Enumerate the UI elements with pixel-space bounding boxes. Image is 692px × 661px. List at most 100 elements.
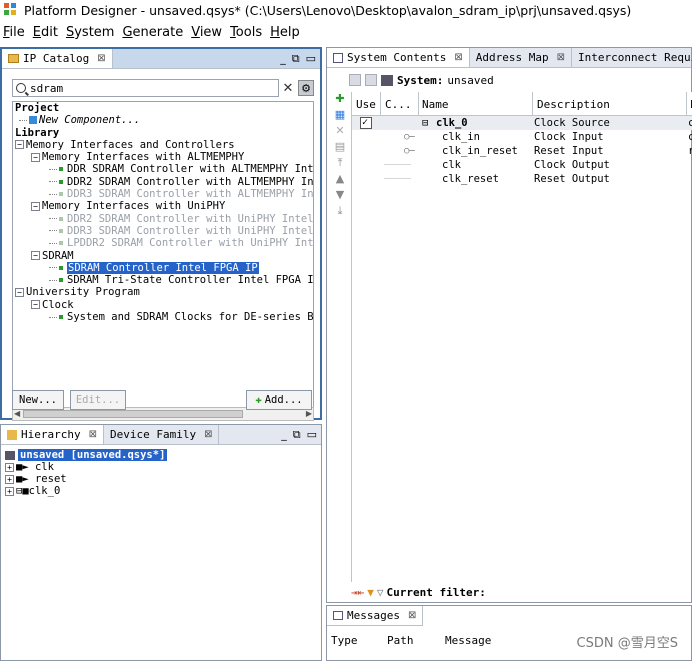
- tree-mem-interfaces[interactable]: − Memory Interfaces and Controllers: [15, 139, 313, 151]
- close-icon[interactable]: ⊠: [408, 610, 416, 621]
- tree-item-ddr3-uniphy[interactable]: DDR3 SDRAM Controller with UniPHY Intel: [15, 225, 313, 237]
- tree-item-ddr-altmemphy[interactable]: DDR SDRAM Controller with ALTMEMPHY Int: [15, 163, 313, 175]
- scroll-right-icon[interactable]: ▶: [306, 409, 312, 418]
- menu-help[interactable]: Help: [269, 25, 301, 40]
- collapse-icon[interactable]: −: [31, 251, 40, 261]
- move-bottom-icon[interactable]: ⤓: [338, 205, 343, 216]
- tab-hierarchy[interactable]: Hierarchy ⊠: [1, 425, 104, 444]
- tree-item-lpddr2-uniphy[interactable]: LPDDR2 SDRAM Controller with UniPHY Int: [15, 237, 313, 249]
- catalog-search-box[interactable]: [12, 79, 279, 97]
- tree-item-ddr2-altmemphy[interactable]: DDR2 SDRAM Controller with ALTMEMPHY In: [15, 176, 313, 188]
- float-icon[interactable]: ⧉: [293, 428, 301, 442]
- collapse-icon[interactable]: −: [15, 140, 24, 150]
- close-icon[interactable]: ⊠: [97, 53, 105, 64]
- table-row[interactable]: ————— clk_reset Reset Output: [352, 172, 692, 186]
- hierarchy-item-clk0[interactable]: + ⊟■clk_0: [5, 485, 167, 497]
- edit-button[interactable]: Edit...: [70, 390, 126, 410]
- scroll-left-icon[interactable]: ◀: [14, 409, 20, 418]
- close-icon[interactable]: ⊠: [557, 52, 565, 63]
- menu-view[interactable]: View: [190, 25, 223, 40]
- hierarchy-root[interactable]: unsaved [unsaved.qsys*]: [5, 449, 168, 461]
- top-level-icon[interactable]: [365, 74, 377, 86]
- tree-uniphy-group[interactable]: − Memory Interfaces with UniPHY: [15, 200, 313, 212]
- col-path[interactable]: Path: [387, 634, 445, 647]
- menu-generate[interactable]: Generate: [121, 25, 184, 40]
- gear-icon[interactable]: ⚙: [298, 80, 314, 96]
- expand-icon[interactable]: +: [5, 486, 14, 496]
- move-down-icon[interactable]: ▼: [336, 189, 344, 200]
- col-use[interactable]: Use: [356, 98, 376, 111]
- col-description[interactable]: Description: [537, 98, 610, 111]
- tree-project[interactable]: Project: [15, 102, 313, 114]
- menu-tools[interactable]: Tools: [229, 25, 263, 40]
- close-icon[interactable]: ⊠: [454, 52, 462, 63]
- table-row[interactable]: ————— clk Clock Output: [352, 158, 692, 172]
- collapse-icon[interactable]: −: [31, 300, 40, 310]
- add-component-icon[interactable]: ▦: [335, 109, 345, 120]
- catalog-search-row: ✕ ⚙: [12, 79, 314, 97]
- move-top-icon[interactable]: ⤒: [338, 157, 343, 168]
- menu-edit[interactable]: Edit: [32, 25, 59, 40]
- expand-icon[interactable]: +: [5, 462, 14, 472]
- minimize-icon[interactable]: _: [281, 428, 287, 442]
- window-titlebar: Platform Designer - unsaved.qsys* (C:\Us…: [0, 0, 692, 20]
- hierarchy-icon: [7, 429, 17, 440]
- col-type[interactable]: Type: [331, 634, 387, 647]
- collapse-icon[interactable]: −: [31, 152, 40, 162]
- collapse-icon[interactable]: −: [15, 287, 24, 297]
- tab-system-contents[interactable]: System Contents ⊠: [327, 48, 470, 67]
- minimize-icon[interactable]: _: [280, 52, 286, 66]
- maximize-icon[interactable]: ▭: [306, 52, 316, 66]
- system-contents-tabbar: System Contents ⊠ Address Map ⊠ Intercon…: [327, 48, 692, 68]
- ip-dot-icon: [59, 241, 63, 246]
- filter-clock-icon[interactable]: ⇥⇤: [351, 586, 364, 599]
- add-icon[interactable]: ✚: [335, 93, 344, 104]
- tree-library[interactable]: Library: [15, 127, 313, 139]
- table-row[interactable]: ⊟ clk_0 Clock Source c: [352, 116, 692, 130]
- collapse-icon[interactable]: ⊟: [422, 116, 428, 130]
- tree-item-ddr2-uniphy[interactable]: DDR2 SDRAM Controller with UniPHY Intel: [15, 213, 313, 225]
- tree-item-ddr3-altmemphy[interactable]: DDR3 SDRAM Controller with ALTMEMPHY In: [15, 188, 313, 200]
- scroll-thumb[interactable]: [23, 410, 243, 418]
- tab-interconnect[interactable]: Interconnect Requir: [572, 48, 692, 67]
- maximize-icon[interactable]: ▭: [307, 428, 317, 442]
- menu-system[interactable]: System: [65, 25, 116, 40]
- tab-address-map[interactable]: Address Map ⊠: [470, 48, 572, 67]
- tab-ip-catalog[interactable]: IP Catalog ⊠: [2, 49, 113, 68]
- tree-item-sdram-controller[interactable]: SDRAM Controller Intel FPGA IP: [15, 261, 313, 274]
- edit-component-icon[interactable]: ▤: [335, 141, 345, 152]
- filter-funnel-icon[interactable]: ▼: [367, 586, 374, 599]
- tree-altmemphy-group[interactable]: − Memory Interfaces with ALTMEMPHY: [15, 151, 313, 163]
- hierarchy-item-clk[interactable]: + ■► clk: [5, 461, 167, 473]
- menu-file[interactable]: File: [2, 25, 26, 40]
- catalog-search-input[interactable]: [30, 81, 250, 95]
- col-connections[interactable]: C...: [385, 98, 412, 111]
- add-button[interactable]: ✚ Add...: [246, 390, 312, 410]
- table-row[interactable]: ○— clk_in_reset Reset Input r: [352, 144, 692, 158]
- tree-item-sdram-tristate[interactable]: SDRAM Tri-State Controller Intel FPGA I: [15, 274, 313, 286]
- tree-new-component[interactable]: New Component...: [15, 114, 313, 126]
- tree-item-clocks-de[interactable]: System and SDRAM Clocks for DE-series B: [15, 311, 313, 323]
- col-message[interactable]: Message: [445, 634, 491, 647]
- tree-university[interactable]: − University Program: [15, 286, 313, 298]
- close-icon[interactable]: ⊠: [89, 429, 97, 440]
- collapse-icon[interactable]: −: [31, 201, 40, 211]
- new-button[interactable]: New...: [12, 390, 64, 410]
- tab-messages[interactable]: Messages ⊠: [327, 606, 424, 625]
- tab-device-family[interactable]: Device Family ⊠: [104, 425, 220, 444]
- remove-icon[interactable]: ✕: [335, 125, 344, 136]
- up-level-icon[interactable]: [349, 74, 361, 86]
- move-up-icon[interactable]: ▲: [336, 173, 344, 184]
- tree-clock[interactable]: − Clock: [15, 299, 313, 311]
- component-icon: [29, 116, 37, 125]
- close-icon[interactable]: ⊠: [204, 429, 212, 440]
- use-checkbox[interactable]: [360, 116, 372, 130]
- col-name[interactable]: Name: [422, 98, 449, 111]
- hierarchy-item-reset[interactable]: + ■► reset: [5, 473, 167, 485]
- filter-clear-icon[interactable]: ▽: [377, 586, 384, 599]
- table-row[interactable]: ○— clk_in Clock Input c: [352, 130, 692, 144]
- float-icon[interactable]: ⧉: [292, 52, 300, 66]
- tree-sdram-group[interactable]: − SDRAM: [15, 250, 313, 262]
- clear-search-icon[interactable]: ✕: [281, 81, 295, 96]
- expand-icon[interactable]: +: [5, 474, 14, 484]
